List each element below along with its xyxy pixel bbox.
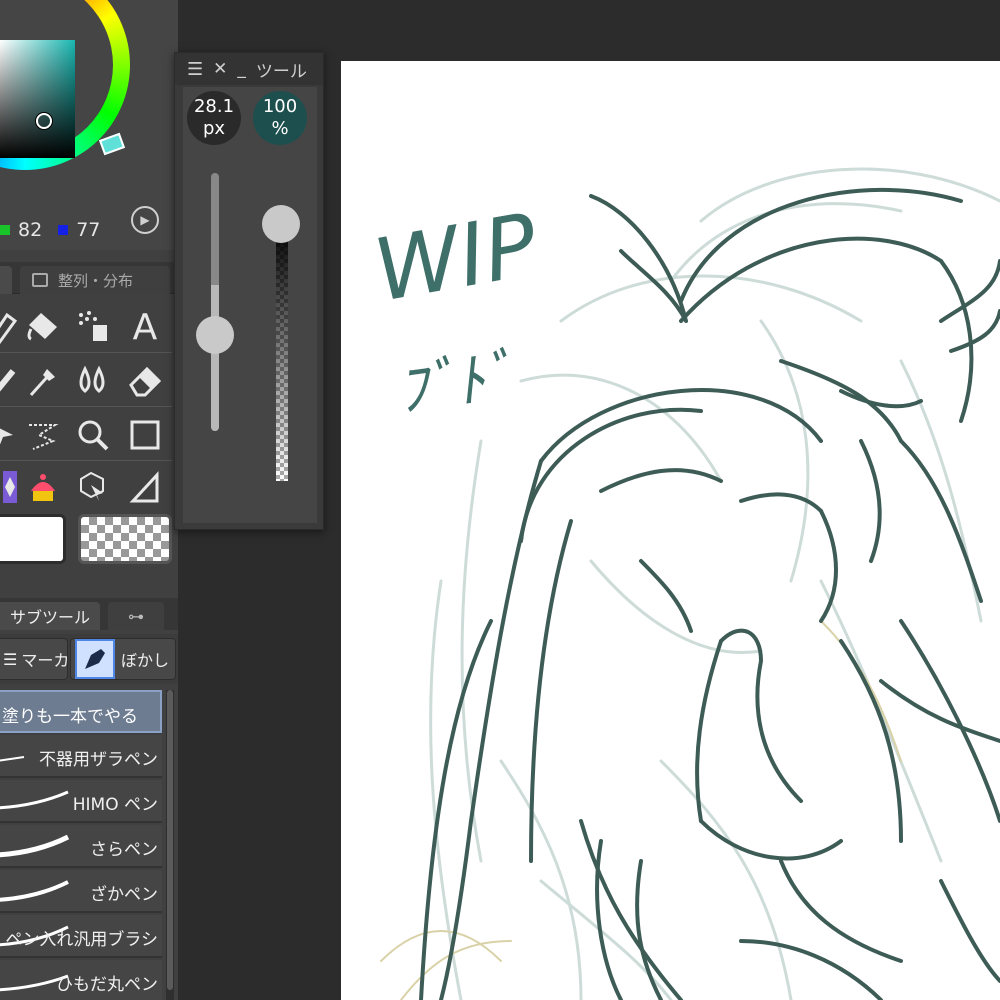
- brush-size-slider-fill: [211, 285, 219, 431]
- rectangle-tool-icon[interactable]: [120, 410, 170, 460]
- minimize-icon[interactable]: _: [237, 59, 246, 79]
- green-swatch: [0, 225, 10, 235]
- blend-tool-icon[interactable]: [68, 356, 118, 406]
- rgb-values: 82 77: [0, 218, 116, 242]
- scrollbar-thumb[interactable]: [167, 690, 173, 990]
- brush-size-slider-knob[interactable]: [196, 316, 234, 354]
- 3d-object-tool-icon[interactable]: [68, 462, 118, 512]
- sliders-icon[interactable]: ⊶: [108, 602, 164, 630]
- play-icon[interactable]: ▶: [131, 206, 159, 234]
- brush-list: 塗りも一本でやる 不器用ザラペン HIMO ペン さらペン ざかペン ペン入れ汎…: [0, 690, 164, 1000]
- drawing-canvas[interactable]: WIP ﾌﾞﾄﾞ: [341, 61, 1000, 1000]
- brush-size-unit: px: [202, 118, 226, 139]
- panel-title: ツール: [255, 61, 307, 82]
- list-item[interactable]: さらペン: [0, 825, 162, 868]
- green-value[interactable]: 82: [18, 219, 42, 241]
- brush-label: 塗りも一本でやる: [2, 707, 138, 727]
- divider: [0, 460, 172, 461]
- list-item[interactable]: 塗りも一本でやる: [0, 690, 162, 733]
- brush-size-slider[interactable]: [211, 173, 219, 431]
- panel-titlebar[interactable]: ☰ ✕ _ ツール: [175, 53, 323, 85]
- eraser-tool-icon[interactable]: [120, 356, 170, 406]
- tool-property-panel: ☰ ✕ _ ツール 28.1 px 100 %: [174, 52, 324, 530]
- brush-list-scrollbar[interactable]: [166, 690, 174, 1000]
- list-item[interactable]: HIMO ペン: [0, 780, 162, 823]
- tab-previous[interactable]: [0, 266, 12, 294]
- sv-cursor[interactable]: [36, 113, 52, 129]
- list-item[interactable]: ざかペン: [0, 870, 162, 913]
- panel-body: 28.1 px 100 %: [183, 87, 317, 523]
- opacity-slider-gradient: [276, 223, 288, 481]
- brush-label: HIMO ペン: [72, 795, 158, 815]
- opacity-slider[interactable]: [276, 223, 288, 481]
- decoration-tool-icon[interactable]: [18, 462, 68, 512]
- wip-label: WIP: [367, 195, 544, 322]
- subtool-group-blur[interactable]: ぼかし: [70, 638, 176, 680]
- hue-cursor[interactable]: [98, 132, 126, 156]
- align-icon: [32, 273, 48, 287]
- divider: [0, 352, 172, 353]
- tab-subtool-label: サブツール: [10, 608, 91, 627]
- opacity-unit: %: [271, 118, 289, 139]
- divider: [0, 406, 172, 407]
- tab-subtool[interactable]: サブツール: [0, 602, 100, 630]
- subtool-group-marker[interactable]: ☰ マーカ: [0, 638, 68, 680]
- blue-value[interactable]: 77: [76, 219, 100, 241]
- opacity-indicator[interactable]: 100 %: [253, 91, 307, 145]
- brush-size-indicator[interactable]: 28.1 px: [187, 91, 241, 145]
- main-color-swatch[interactable]: [0, 514, 66, 564]
- subtool-group-marker-label: マーカ: [21, 651, 68, 670]
- airbrush-tool-icon[interactable]: [68, 302, 118, 352]
- zoom-tool-icon[interactable]: [68, 410, 118, 460]
- eyedropper-tool-icon[interactable]: [18, 356, 68, 406]
- fill-tool-icon[interactable]: [18, 302, 68, 352]
- brush-size-value: 28.1: [193, 96, 235, 117]
- brush-label: 不器用ザラペン: [39, 750, 158, 770]
- text-tool-icon[interactable]: A: [120, 302, 170, 352]
- signature-label: ﾌﾞﾄﾞ: [393, 341, 517, 424]
- lasso-tool-icon[interactable]: [18, 410, 68, 460]
- menu-icon[interactable]: ☰: [187, 59, 203, 80]
- tool-grid: A: [0, 300, 172, 510]
- brush-label: ペン入れ汎用ブラシ: [5, 930, 158, 950]
- pen-nib-icon: [75, 639, 115, 679]
- brush-label: さらペン: [90, 840, 158, 860]
- subtool-header: サブツール ⊶: [0, 598, 178, 630]
- left-panel: 82 77 ▶ 整列・分布 A サブツール ⊶ ☰ マーカ ぼかし 塗りも一本で…: [0, 0, 178, 1000]
- color-swatches: [0, 510, 178, 568]
- panel-tab-bar: 整列・分布: [0, 262, 178, 294]
- saturation-value-square[interactable]: [0, 40, 75, 158]
- ruler-tool-icon[interactable]: [120, 462, 170, 512]
- transparent-color-swatch[interactable]: [78, 514, 172, 564]
- subtool-group-blur-label: ぼかし: [121, 651, 170, 670]
- artwork-sketch: WIP ﾌﾞﾄﾞ: [367, 167, 1000, 1000]
- opacity-slider-knob[interactable]: [262, 205, 300, 243]
- brush-label: ざかペン: [90, 885, 158, 905]
- tab-align-label: 整列・分布: [58, 271, 134, 290]
- subtool-group-tabs: ☰ マーカ ぼかし: [0, 634, 178, 684]
- brush-label: ひもだ丸ペン: [56, 975, 158, 995]
- tab-align-distribute[interactable]: 整列・分布: [20, 266, 170, 294]
- close-icon[interactable]: ✕: [213, 59, 227, 79]
- list-icon: ☰: [3, 649, 18, 669]
- blue-swatch: [58, 225, 69, 235]
- color-wheel-panel: 82 77 ▶: [0, 0, 178, 250]
- list-item[interactable]: ひもだ丸ペン: [0, 960, 162, 1000]
- list-item[interactable]: ペン入れ汎用ブラシ: [0, 915, 162, 958]
- opacity-value: 100: [262, 96, 298, 117]
- list-item[interactable]: 不器用ザラペン: [0, 735, 162, 778]
